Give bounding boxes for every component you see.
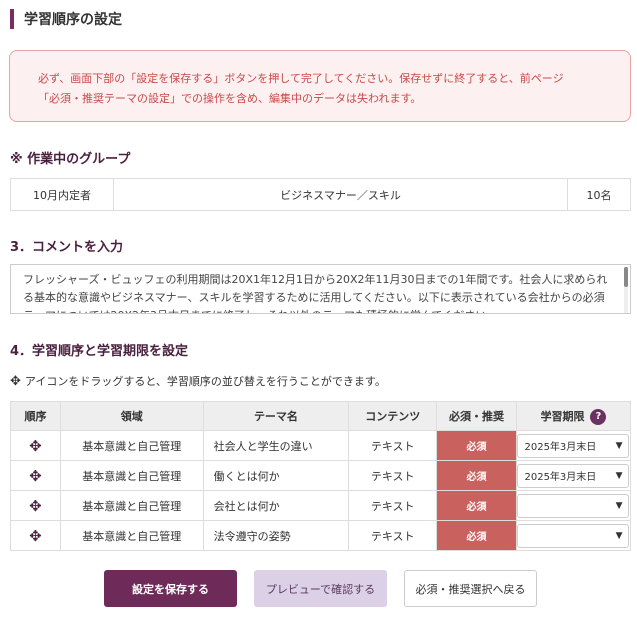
alert-line-2: 「必須・推奨テーマの設定」での操作を含め、編集中のデータは失われます。 bbox=[38, 92, 422, 105]
col-domain: 領域 bbox=[59, 401, 204, 431]
drag-handle-icon[interactable]: ✥ bbox=[29, 437, 42, 455]
back-to-selection-button[interactable]: 必須・推奨選択へ戻る bbox=[404, 570, 537, 607]
row-required-badge: 必須 bbox=[436, 490, 517, 521]
deadline-select[interactable]: 2025年3月末日 ▼ bbox=[517, 463, 630, 488]
comment-heading: 3．コメントを入力 bbox=[10, 240, 124, 255]
deadline-value: 2025年3月末日 bbox=[524, 472, 597, 483]
row-content: テキスト bbox=[348, 490, 438, 521]
col-order: 順序 bbox=[10, 401, 61, 431]
deadline-value: 2025年3月末日 bbox=[524, 442, 597, 453]
page-title: 学習順序の設定 bbox=[10, 8, 122, 30]
row-theme: 働くとは何か bbox=[202, 460, 350, 491]
group-info-table: 10月内定者 ビジネスマナー／スキル 10名 bbox=[10, 178, 631, 211]
row-theme: 社会人と学生の違い bbox=[202, 430, 350, 461]
group-course: ビジネスマナー／スキル bbox=[114, 179, 568, 210]
col-content: コンテンツ bbox=[348, 401, 438, 431]
table-header-row: 順序 領域 テーマ名 コンテンツ 必須・推奨 学習期限 ? bbox=[10, 401, 632, 431]
comment-text: フレッシャーズ・ビュッフェの利用期間は20X1年12月1日から20X2年11月3… bbox=[23, 273, 608, 313]
group-count: 10名 bbox=[586, 188, 612, 202]
row-domain: 基本意識と自己管理 bbox=[59, 520, 204, 551]
row-required-badge: 必須 bbox=[436, 460, 517, 491]
table-row: ✥ 基本意識と自己管理 働くとは何か テキスト 必須 2025年3月末日 ▼ bbox=[10, 460, 632, 491]
table-row: ✥ 基本意識と自己管理 法令遵守の姿勢 テキスト 必須 ▼ bbox=[10, 520, 632, 551]
title-accent-bar bbox=[10, 9, 14, 29]
drag-hint-text: アイコンをドラッグすると、学習順序の並び替えを行うことができます。 bbox=[24, 375, 386, 388]
preview-button[interactable]: プレビューで確認する bbox=[254, 570, 387, 607]
caret-down-icon: ▼ bbox=[615, 530, 623, 541]
comment-scrollbar-thumb[interactable] bbox=[624, 267, 628, 287]
save-warning-alert: 必ず、画面下部の「設定を保存する」ボタンを押して完了してください。保存せずに終了… bbox=[9, 50, 631, 122]
row-domain: 基本意識と自己管理 bbox=[59, 490, 204, 521]
alert-line-1: 必ず、画面下部の「設定を保存する」ボタンを押して完了してください。保存せずに終了… bbox=[38, 72, 564, 85]
table-row: ✥ 基本意識と自己管理 社会人と学生の違い テキスト 必須 2025年3月末日 ▼ bbox=[10, 430, 632, 461]
drag-handle-icon[interactable]: ✥ bbox=[29, 527, 42, 545]
group-heading: ※ 作業中のグループ bbox=[10, 152, 131, 167]
col-deadline-label: 学習期限 bbox=[540, 409, 585, 423]
row-content: テキスト bbox=[348, 460, 438, 491]
drag-hint: ✥ アイコンをドラッグすると、学習順序の並び替えを行うことができます。 bbox=[10, 373, 386, 389]
deadline-select[interactable]: ▼ bbox=[517, 523, 630, 548]
table-row: ✥ 基本意識と自己管理 会社とは何か テキスト 必須 ▼ bbox=[10, 490, 632, 521]
col-deadline: 学習期限 ? bbox=[515, 401, 632, 431]
row-content: テキスト bbox=[348, 520, 438, 551]
order-heading: 4．学習順序と学習期限を設定 bbox=[10, 344, 189, 359]
theme-order-table: 順序 領域 テーマ名 コンテンツ 必須・推奨 学習期限 ? ✥ 基本意識と自己管… bbox=[10, 401, 632, 551]
comment-textarea[interactable]: フレッシャーズ・ビュッフェの利用期間は20X1年12月1日から20X2年11月3… bbox=[10, 264, 631, 314]
row-required-badge: 必須 bbox=[436, 430, 517, 461]
save-settings-button[interactable]: 設定を保存する bbox=[104, 570, 237, 607]
drag-handle-icon[interactable]: ✥ bbox=[29, 467, 42, 485]
caret-down-icon: ▼ bbox=[615, 500, 623, 511]
row-domain: 基本意識と自己管理 bbox=[59, 430, 204, 461]
help-icon[interactable]: ? bbox=[590, 408, 607, 425]
row-theme: 法令遵守の姿勢 bbox=[202, 520, 350, 551]
drag-handle-icon[interactable]: ✥ bbox=[29, 497, 42, 515]
row-content: テキスト bbox=[348, 430, 438, 461]
move-icon: ✥ bbox=[10, 373, 21, 389]
page-title-text: 学習順序の設定 bbox=[24, 12, 122, 28]
col-required: 必須・推奨 bbox=[436, 401, 517, 431]
group-name: 10月内定者 bbox=[11, 179, 114, 210]
caret-down-icon: ▼ bbox=[615, 470, 623, 481]
row-required-badge: 必須 bbox=[436, 520, 517, 551]
deadline-select[interactable]: 2025年3月末日 ▼ bbox=[517, 433, 630, 458]
row-domain: 基本意識と自己管理 bbox=[59, 460, 204, 491]
col-theme: テーマ名 bbox=[202, 401, 350, 431]
deadline-select[interactable]: ▼ bbox=[517, 493, 630, 518]
row-theme: 会社とは何か bbox=[202, 490, 350, 521]
caret-down-icon: ▼ bbox=[615, 440, 623, 451]
